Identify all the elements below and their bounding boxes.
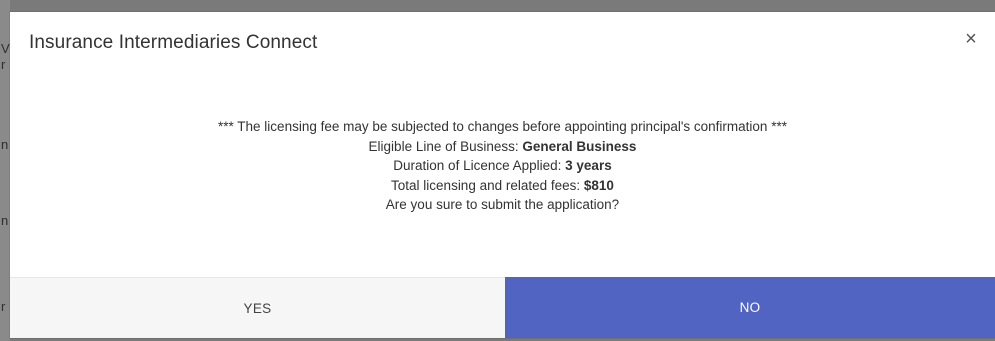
licence-duration-value: 3 years: [565, 158, 612, 173]
confirmation-dialog: Insurance Intermediaries Connect × *** T…: [10, 12, 995, 338]
dialog-header: Insurance Intermediaries Connect ×: [10, 12, 995, 74]
yes-button[interactable]: YES: [10, 277, 505, 338]
total-fees-row: Total licensing and related fees: $810: [10, 176, 995, 196]
licence-duration-label: Duration of Licence Applied:: [393, 158, 566, 173]
total-fees-label: Total licensing and related fees:: [391, 177, 584, 193]
line-of-business-row: Eligible Line of Business: General Busin…: [10, 137, 995, 157]
no-button[interactable]: NO: [505, 277, 995, 338]
dialog-footer: YES NO: [10, 277, 995, 338]
close-icon[interactable]: ×: [960, 28, 982, 50]
fee-warning-text: *** The licensing fee may be subjected t…: [218, 119, 787, 134]
line-of-business-value: General Business: [522, 138, 637, 154]
total-fees-value: $810: [583, 177, 614, 193]
background-text: r: [1, 299, 6, 314]
background-text: V: [1, 41, 10, 56]
dialog-body: *** The licensing fee may be subjected t…: [10, 117, 995, 215]
background-text: r: [1, 57, 6, 72]
background-text: n: [1, 137, 9, 152]
licence-duration-row: Duration of Licence Applied: 3 years: [10, 156, 995, 176]
background-text: n: [1, 213, 9, 228]
dialog-title: Insurance Intermediaries Connect: [29, 32, 318, 53]
line-of-business-label: Eligible Line of Business:: [368, 138, 523, 154]
submit-question-text: Are you sure to submit the application?: [385, 197, 620, 212]
background-page: r V n n r: [0, 0, 10, 341]
